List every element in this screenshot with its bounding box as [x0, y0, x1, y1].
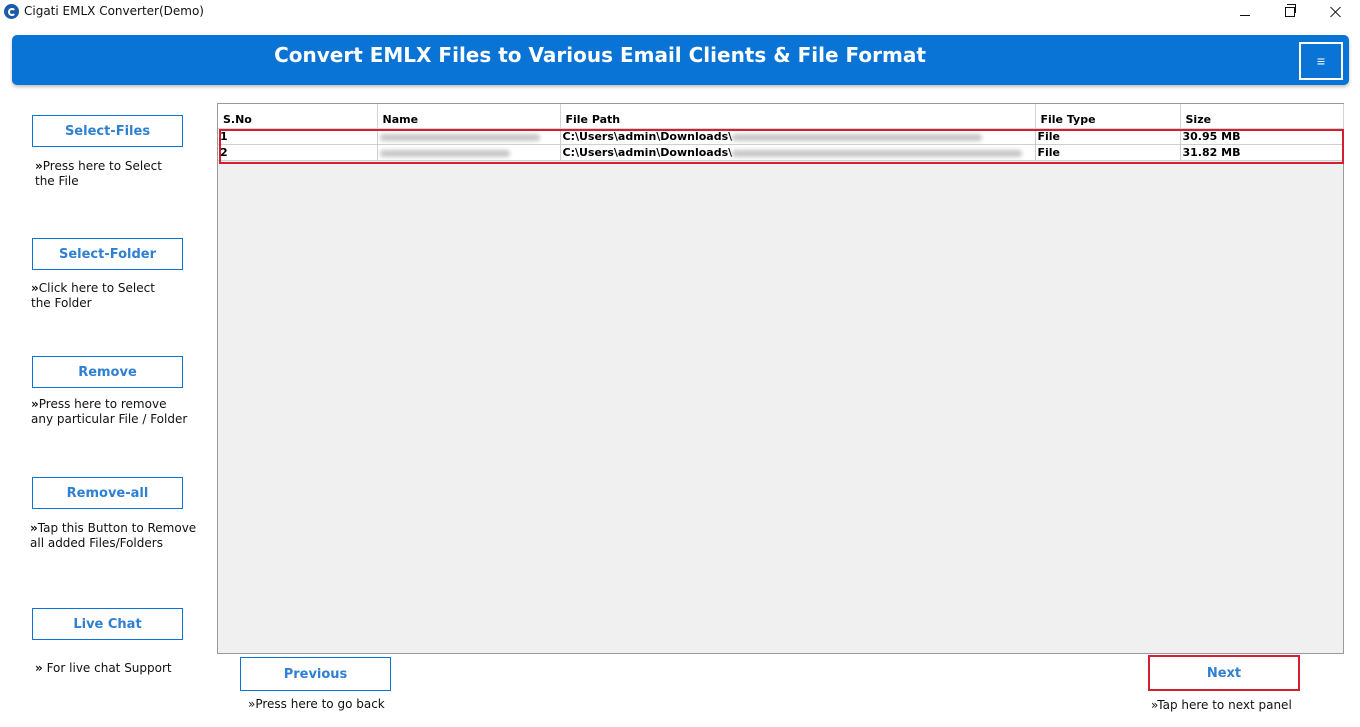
next-button[interactable]: Next	[1148, 655, 1300, 691]
select-folder-hint-text: Click here to Select the Folder	[31, 281, 155, 310]
menu-button[interactable]: ≡	[1299, 42, 1343, 80]
cell-file-type: File	[1035, 144, 1181, 161]
window-title: Cigati EMLX Converter(Demo)	[24, 4, 204, 18]
cell-sno: 1	[218, 128, 378, 145]
live-chat-hint: » For live chat Support	[35, 661, 195, 676]
cell-size: 31.82 MB	[1180, 144, 1344, 161]
next-hint: »Tap here to next panel	[1151, 698, 1292, 712]
remove-all-hint-text: Tap this Button to Remove all added File…	[30, 521, 197, 550]
hamburger-menu-icon: ≡	[1316, 53, 1326, 69]
cell-name-redacted	[377, 128, 561, 145]
app-logo-icon	[4, 4, 19, 19]
remove-all-hint: »Tap this Button to Remove all added Fil…	[30, 521, 212, 551]
previous-button[interactable]: Previous	[240, 657, 391, 691]
column-header-size[interactable]: Size	[1180, 104, 1344, 129]
select-files-hint: »Press here to Select the File	[35, 159, 175, 189]
hint-bullet: »	[35, 661, 43, 675]
close-button[interactable]	[1313, 0, 1359, 24]
table-header-row: S.No Name File Path File Type Size	[218, 104, 1344, 129]
restore-icon	[1285, 4, 1296, 17]
title-bar: Cigati EMLX Converter(Demo)	[0, 0, 1360, 24]
cell-sno: 2	[218, 144, 378, 161]
column-header-sno[interactable]: S.No	[218, 104, 378, 129]
redacted-text	[732, 149, 1023, 157]
live-chat-hint-text: For live chat Support	[42, 661, 172, 675]
select-files-hint-text: Press here to Select the File	[35, 159, 162, 188]
hint-bullet: »	[31, 397, 39, 411]
file-list-panel[interactable]: S.No Name File Path File Type Size 1 C:\…	[217, 103, 1344, 654]
select-folder-hint: »Click here to Select the Folder	[31, 281, 161, 311]
column-header-file-type[interactable]: File Type	[1035, 104, 1181, 129]
hint-bullet: »	[30, 521, 38, 535]
cell-size: 30.95 MB	[1180, 128, 1344, 145]
select-folder-button[interactable]: Select-Folder	[32, 238, 183, 270]
hint-bullet: »	[35, 159, 43, 173]
file-table[interactable]: S.No Name File Path File Type Size 1 C:\…	[218, 104, 1344, 161]
cell-file-path: C:\Users\admin\Downloads\	[560, 144, 1036, 161]
column-header-file-path[interactable]: File Path	[560, 104, 1036, 129]
cell-file-type: File	[1035, 128, 1181, 145]
table-row[interactable]: 2 C:\Users\admin\Downloads\ File 31.82 M…	[218, 144, 1344, 161]
live-chat-button[interactable]: Live Chat	[32, 608, 183, 640]
select-files-button[interactable]: Select-Files	[32, 115, 183, 147]
minimize-button[interactable]	[1222, 0, 1268, 24]
remove-all-button[interactable]: Remove-all	[32, 477, 183, 509]
page-title: Convert EMLX Files to Various Email Clie…	[274, 43, 926, 67]
header-banner: Convert EMLX Files to Various Email Clie…	[12, 35, 1349, 85]
cell-file-path: C:\Users\admin\Downloads\	[560, 128, 1036, 145]
redacted-text	[379, 133, 540, 141]
column-header-name[interactable]: Name	[377, 104, 561, 129]
redacted-text	[379, 149, 510, 157]
previous-hint: »Press here to go back	[248, 697, 385, 711]
redacted-text	[732, 133, 983, 141]
remove-hint-text: Press here to remove any particular File…	[31, 397, 188, 426]
table-row[interactable]: 1 C:\Users\admin\Downloads\ File 30.95 M…	[218, 128, 1344, 145]
remove-button[interactable]: Remove	[32, 356, 183, 388]
minimize-icon	[1240, 14, 1250, 16]
file-path-prefix: C:\Users\admin\Downloads\	[562, 146, 733, 159]
hint-bullet: »	[31, 281, 39, 295]
maximize-button[interactable]	[1267, 0, 1313, 24]
file-path-prefix: C:\Users\admin\Downloads\	[562, 130, 733, 143]
cell-name-redacted	[377, 144, 561, 161]
close-icon	[1330, 6, 1342, 18]
remove-hint: »Press here to remove any particular Fil…	[31, 397, 191, 427]
